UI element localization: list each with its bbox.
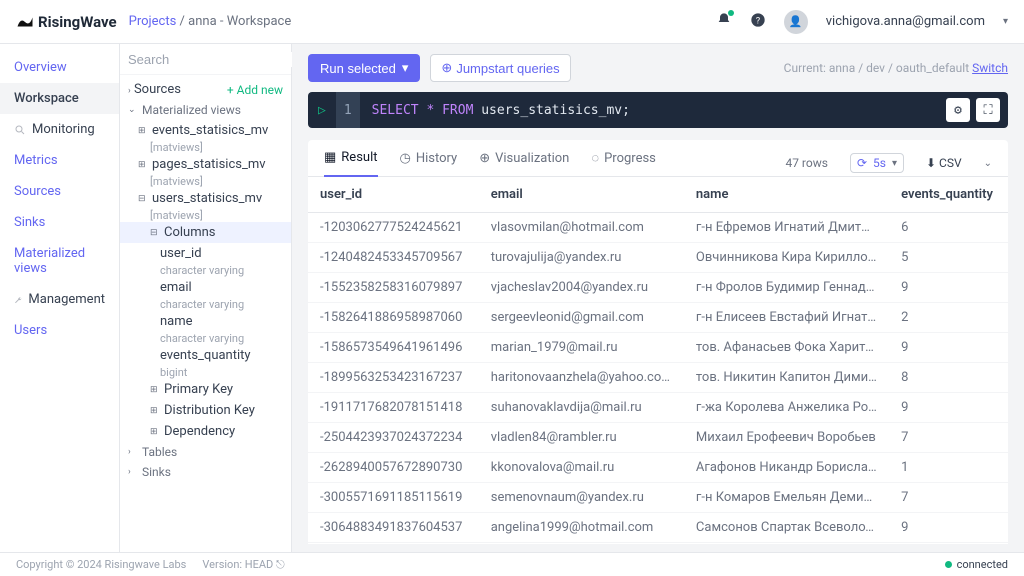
- result-table: user_idemailnameevents_quantity -1203062…: [308, 177, 1008, 544]
- breadcrumb-current: anna - Workspace: [188, 14, 291, 29]
- chevron-down-icon: ▾: [402, 60, 409, 76]
- version: Version: HEAD ⎋: [202, 558, 284, 572]
- spinner-icon: ◌: [591, 150, 599, 166]
- play-icon[interactable]: ▷: [308, 103, 336, 118]
- tab-progress[interactable]: ◌Progress: [591, 150, 656, 176]
- tree-dep[interactable]: ⊞ Dependency: [120, 421, 291, 442]
- search-icon: [14, 124, 26, 136]
- table-row[interactable]: -3827397219062442829boleslavmedvedev@yan…: [308, 543, 1008, 545]
- table-row[interactable]: -2504423937024372234vladlen84@rambler.ru…: [308, 423, 1008, 453]
- chevron-down-icon[interactable]: ⌄: [984, 158, 992, 169]
- table-row[interactable]: -1203062777524245621vlasovmilan@hotmail.…: [308, 213, 1008, 243]
- download-icon: ⬇: [926, 156, 936, 170]
- tree-col-email[interactable]: email: [120, 277, 291, 298]
- table-icon: ▦: [324, 150, 336, 165]
- tree-col-userid[interactable]: user_id: [120, 243, 291, 264]
- line-number: 1: [336, 92, 360, 128]
- tree-dk[interactable]: ⊞ Distribution Key: [120, 400, 291, 421]
- search-input[interactable]: [128, 52, 304, 67]
- topbar: RisingWave Projects / anna - Workspace ?…: [0, 0, 1024, 44]
- nav-sinks[interactable]: Sinks: [0, 207, 119, 238]
- github-icon[interactable]: ⎋: [276, 558, 285, 571]
- switch-link[interactable]: Switch: [972, 61, 1008, 75]
- jumpstart-button[interactable]: ⊕ Jumpstart queries: [430, 54, 570, 82]
- auto-refresh[interactable]: ⟳5s▾: [850, 153, 904, 173]
- avatar[interactable]: 👤: [784, 10, 808, 34]
- clock-icon: ◷: [400, 151, 411, 166]
- run-selected-button[interactable]: Run selected ▾: [308, 54, 420, 82]
- tree-columns[interactable]: ⊟ Columns: [120, 222, 291, 243]
- sidebar-nav: Overview Workspace Monitoring Metrics So…: [0, 44, 120, 552]
- add-new-button[interactable]: + Add new: [227, 83, 283, 97]
- wrench-icon: [14, 294, 22, 306]
- table-row[interactable]: -3064883491837604537angelina1999@hotmail…: [308, 513, 1008, 543]
- table-row[interactable]: -1552358258316079897vjacheslav2004@yande…: [308, 273, 1008, 303]
- tab-result[interactable]: ▦Result: [324, 150, 378, 177]
- nav-metrics[interactable]: Metrics: [0, 145, 119, 176]
- sql-editor[interactable]: ▷ 1 SELECT * FROM users_statisics_mv; ⚙ …: [308, 92, 1008, 128]
- fullscreen-icon[interactable]: ⛶: [976, 98, 1000, 122]
- table-row[interactable]: -1911717682078151418suhanovaklavdija@mai…: [308, 393, 1008, 423]
- refresh-icon: ⟳: [857, 156, 867, 170]
- user-email: vichigova.anna@gmail.com: [826, 14, 985, 29]
- table-row[interactable]: -1240482453345709567turovajulija@yandex.…: [308, 243, 1008, 273]
- logo: RisingWave: [16, 13, 117, 31]
- table-row[interactable]: -1582641886958987060sergeevleonid@gmail.…: [308, 303, 1008, 333]
- table-row[interactable]: -3005571691185115619semenovnaum@yandex.r…: [308, 483, 1008, 513]
- tree-tables[interactable]: › Tables: [120, 442, 291, 462]
- column-header[interactable]: user_id: [308, 177, 479, 213]
- chevron-down-icon[interactable]: ▾: [1003, 16, 1008, 27]
- tree-mv-events[interactable]: ⊞ events_statisics_mv: [120, 120, 291, 141]
- breadcrumb: Projects / anna - Workspace: [129, 14, 292, 29]
- tree-pk[interactable]: ⊞ Primary Key: [120, 379, 291, 400]
- table-row[interactable]: -2628940057672890730kkonovalova@mail.ruА…: [308, 453, 1008, 483]
- chart-icon: ⊕: [479, 151, 490, 166]
- nav-monitoring[interactable]: Monitoring: [0, 114, 119, 145]
- nav-overview[interactable]: Overview: [0, 52, 119, 83]
- svg-text:?: ?: [756, 15, 761, 26]
- table-row[interactable]: -1586573549641961496marian_1979@mail.ruт…: [308, 333, 1008, 363]
- tree-sources[interactable]: › Sources + Add new: [120, 79, 291, 100]
- nav-mvs[interactable]: Materialized views: [0, 238, 119, 284]
- statusbar: Copyright © 2024 Risingwave Labs Version…: [0, 552, 1024, 576]
- tree-mvs-header[interactable]: ⌄ Materialized views: [120, 100, 291, 120]
- nav-management[interactable]: Management: [0, 284, 119, 315]
- copyright: Copyright © 2024 Risingwave Labs: [16, 558, 186, 571]
- row-count: 47 rows: [785, 156, 827, 170]
- tree-mv-pages[interactable]: ⊞ pages_statisics_mv: [120, 154, 291, 175]
- tree-sinks[interactable]: › Sinks: [120, 462, 291, 482]
- context-info: Current: anna / dev / oauth_default Swit…: [784, 61, 1008, 75]
- tree-col-events[interactable]: events_quantity: [120, 345, 291, 366]
- nav-sources[interactable]: Sources: [0, 176, 119, 207]
- connection-status: connected: [945, 558, 1008, 571]
- export-csv[interactable]: ⬇CSV: [926, 156, 962, 170]
- column-header[interactable]: email: [479, 177, 684, 213]
- notifications-icon[interactable]: [716, 12, 732, 32]
- tree-mv-users[interactable]: ⊟ users_statisics_mv: [120, 188, 291, 209]
- tree-col-name[interactable]: name: [120, 311, 291, 332]
- nav-workspace[interactable]: Workspace: [0, 83, 119, 114]
- tab-visualization[interactable]: ⊕Visualization: [479, 151, 569, 176]
- explorer: ⟳ › Sources + Add new ⌄ Materialized vie…: [120, 44, 292, 552]
- tab-history[interactable]: ◷History: [400, 151, 458, 176]
- plus-icon: ⊕: [441, 60, 452, 76]
- brand-text: RisingWave: [38, 13, 117, 31]
- table-row[interactable]: -1899563253423167237haritonovaanzhela@ya…: [308, 363, 1008, 393]
- nav-users[interactable]: Users: [0, 315, 119, 346]
- logo-icon: [16, 13, 34, 31]
- breadcrumb-projects[interactable]: Projects: [129, 14, 177, 29]
- help-icon[interactable]: ?: [750, 12, 766, 32]
- column-header[interactable]: events_quantity: [889, 177, 1008, 213]
- gear-icon[interactable]: ⚙: [946, 98, 970, 122]
- column-header[interactable]: name: [684, 177, 889, 213]
